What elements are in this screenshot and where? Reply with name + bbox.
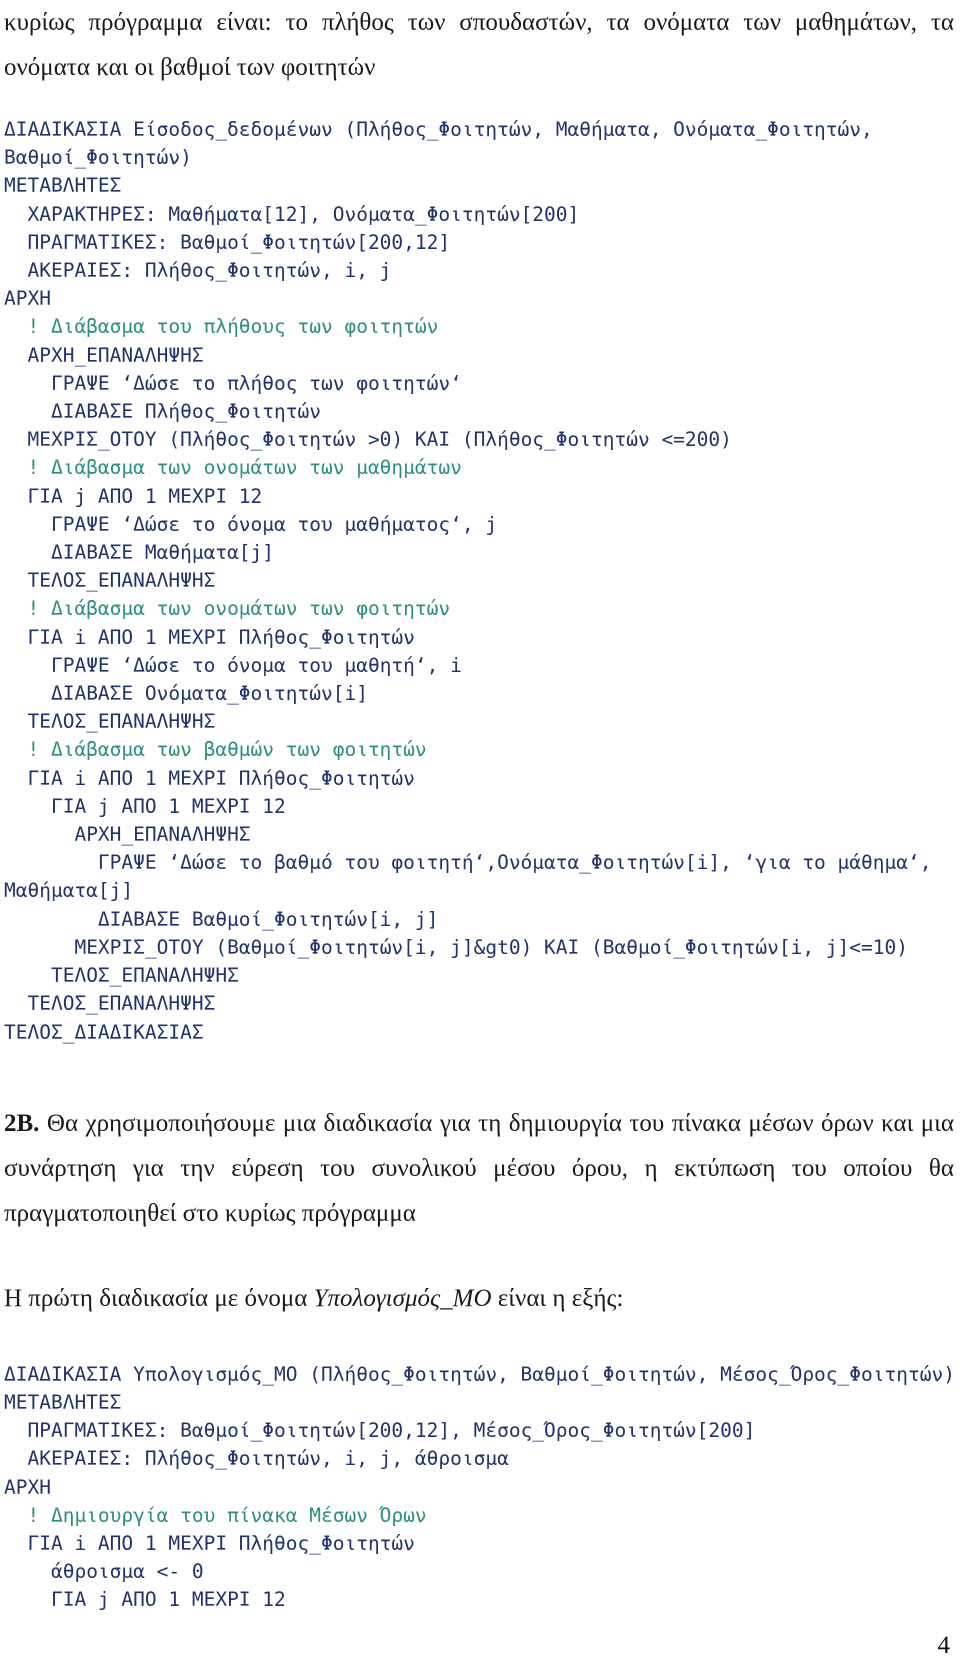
code-line: ΑΚΕΡΑΙΕΣ: Πλήθος_Φοιτητών, i, j (4, 259, 392, 283)
code-line: ΔΙΑΒΑΣΕ Μαθήματα[j] (4, 541, 275, 565)
section-2b-text: Θα χρησιμοποιήσουμε μια διαδικασία για τ… (4, 1109, 955, 1227)
code-line: ΓΡΑΨΕ ‘Δώσε το βαθμό του φοιτητή‘,Ονόματ… (4, 851, 944, 903)
code-line: ΓΙΑ i ΑΠΟ 1 ΜΕΧΡΙ Πλήθος_Φοιτητών (4, 625, 415, 649)
code-comment-line: ! Διάβασμα των ονομάτων των μαθημάτων (4, 456, 462, 480)
code-line: ΓΙΑ i ΑΠΟ 1 ΜΕΧΡΙ Πλήθος_Φοιτητών (4, 766, 415, 790)
code-line: ΤΕΛΟΣ_ΕΠΑΝΑΛΗΨΗΣ (4, 569, 216, 593)
code-line: ΓΡΑΨΕ ‘Δώσε το όνομα του μαθητή‘, i (4, 653, 462, 677)
code-line: ΔΙΑΔΙΚΑΣΙΑ Υπολογισμός_ΜΟ (Πλήθος_Φοιτητ… (4, 1362, 955, 1386)
code-line: ΓΡΑΨΕ ‘Δώσε το πλήθος των φοιτητών‘ (4, 371, 462, 395)
code-line: ΜΕΤΑΒΛΗΤΕΣ (4, 1390, 122, 1414)
code-line: ΑΡΧΗ_ΕΠΑΝΑΛΗΨΗΣ (4, 343, 204, 367)
page-number: 4 (937, 1632, 951, 1659)
code-block-calculate-mo: ΔΙΑΔΙΚΑΣΙΑ Υπολογισμός_ΜΟ (Πλήθος_Φοιτητ… (0, 1361, 960, 1615)
procedure-name: Υπολογισμός_ΜΟ (313, 1284, 492, 1312)
code-line: ΓΙΑ j ΑΠΟ 1 ΜΕΧΡΙ 12 (4, 484, 263, 508)
code-comment-line: ! Διάβασμα του πλήθους των φοιτητών (4, 315, 439, 339)
code-line: ΤΕΛΟΣ_ΔΙΑΔΙΚΑΣΙΑΣ (4, 1020, 204, 1044)
code-line: ΑΚΕΡΑΙΕΣ: Πλήθος_Φοιτητών, i, j, άθροισμ… (4, 1447, 509, 1471)
code-line: ΜΕΧΡΙΣ_ΟΤΟΥ (Πλήθος_Φοιτητών >0) ΚΑΙ (Πλ… (4, 428, 732, 452)
code-line: ΤΕΛΟΣ_ΕΠΑΝΑΛΗΨΗΣ (4, 992, 216, 1016)
code-comment-line: ! Διάβασμα των ονομάτων των φοιτητών (4, 597, 451, 621)
code-line: ΔΙΑΒΑΣΕ Πλήθος_Φοιτητών (4, 400, 321, 424)
code-line: άθροισμα <- 0 (4, 1560, 204, 1584)
code-line: ΑΡΧΗ (4, 287, 51, 311)
code-line: ΔΙΑΒΑΣΕ Βαθμοί_Φοιτητών[i, j] (4, 907, 439, 931)
code-line: ΓΙΑ i ΑΠΟ 1 ΜΕΧΡΙ Πλήθος_Φοιτητών (4, 1531, 415, 1555)
code-line: ΧΑΡΑΚΤΗΡΕΣ: Μαθήματα[12], Ονόματα_Φοιτητ… (4, 202, 580, 226)
procedure-intro-before: Η πρώτη διαδικασία με όνομα (4, 1284, 314, 1312)
code-line: ΔΙΑΒΑΣΕ Ονόματα_Φοιτητών[i] (4, 682, 368, 706)
code-line: ΓΡΑΨΕ ‘Δώσε το όνομα του μαθήματος‘, j (4, 512, 498, 536)
code-line: ΓΙΑ j ΑΠΟ 1 ΜΕΧΡΙ 12 (4, 1588, 286, 1612)
procedure-intro-paragraph: Η πρώτη διαδικασία με όνομα Υπολογισμός_… (0, 1276, 960, 1321)
section-2b-paragraph: 2B. Θα χρησιμοποιήσουμε μια διαδικασία γ… (0, 1101, 960, 1236)
code-block-input-data: ΔΙΑΔΙΚΑΣΙΑ Είσοδος_δεδομένων (Πλήθος_Φοι… (0, 116, 960, 1047)
section-2b-label: 2B. (4, 1109, 40, 1137)
code-line: ΤΕΛΟΣ_ΕΠΑΝΑΛΗΨΗΣ (4, 964, 239, 988)
code-line: ΤΕΛΟΣ_ΕΠΑΝΑΛΗΨΗΣ (4, 710, 216, 734)
code-line: ΠΡΑΓΜΑΤΙΚΕΣ: Βαθμοί_Φοιτητών[200,12] (4, 230, 451, 254)
code-line: ΓΙΑ j ΑΠΟ 1 ΜΕΧΡΙ 12 (4, 794, 286, 818)
intro-paragraph: κυρίως πρόγραμμα είναι: το πλήθος των σπ… (4, 9, 954, 81)
code-comment-line: ! Διάβασμα των βαθμών των φοιτητών (4, 738, 427, 762)
procedure-intro-after: είναι η εξής: (491, 1284, 624, 1312)
code-line: ΔΙΑΔΙΚΑΣΙΑ Είσοδος_δεδομένων (Πλήθος_Φοι… (4, 118, 885, 170)
document-page: κυρίως πρόγραμμα είναι: το πλήθος των σπ… (0, 0, 960, 1664)
code-comment-line: ! Δημιουργία του πίνακα Μέσων Όρων (4, 1503, 427, 1527)
code-line: ΠΡΑΓΜΑΤΙΚΕΣ: Βαθμοί_Φοιτητών[200,12], Μέ… (4, 1419, 756, 1443)
code-line: ΜΕΧΡΙΣ_ΟΤΟΥ (Βαθμοί_Φοιτητών[i, j]&gt0) … (4, 935, 908, 959)
code-line: ΜΕΤΑΒΛΗΤΕΣ (4, 174, 122, 198)
code-line: ΑΡΧΗ (4, 1475, 51, 1499)
code-line: ΑΡΧΗ_ΕΠΑΝΑΛΗΨΗΣ (4, 823, 251, 847)
